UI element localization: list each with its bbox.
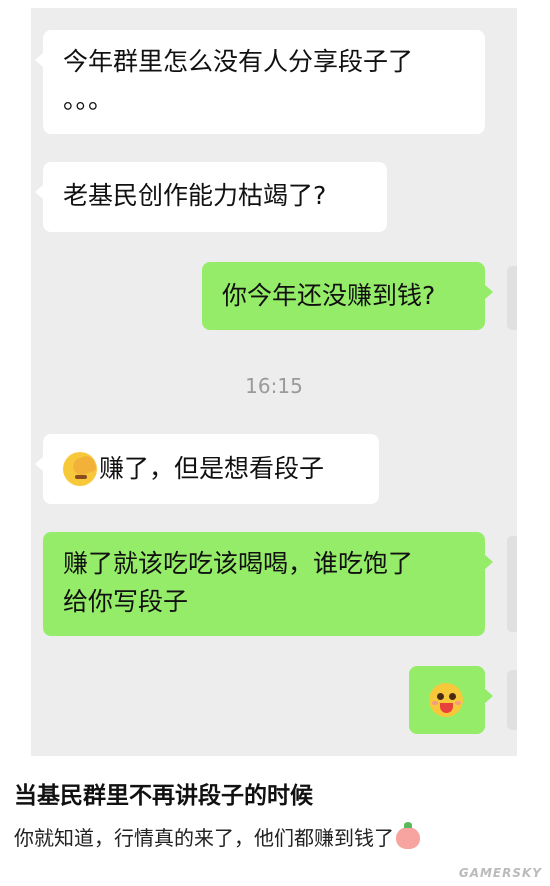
message-bubble-4[interactable]: 赚了，但是想看段子 bbox=[35, 434, 379, 504]
caption-title: 当基民群里不再讲段子的时候 bbox=[14, 783, 313, 809]
yum-emoji-icon bbox=[429, 683, 463, 717]
caption-subtitle: 你就知道，行情真的来了，他们都赚到钱了 bbox=[14, 822, 420, 851]
message-text: 老基民创作能力枯竭了? bbox=[63, 181, 327, 210]
message-bubble-1[interactable]: 今年群里怎么没有人分享段子了 。。。 bbox=[35, 30, 485, 134]
message-bubble-2[interactable]: 老基民创作能力枯竭了? bbox=[35, 162, 387, 232]
message-text: 你今年还没赚到钱? bbox=[222, 281, 436, 310]
facepalm-emoji-icon bbox=[63, 452, 98, 486]
cropped-avatar-edge bbox=[507, 670, 517, 730]
watermark: GAMERSKY bbox=[458, 866, 542, 880]
message-bubble-6[interactable] bbox=[409, 666, 493, 734]
message-text-line: 赚了就该吃吃该喝喝，谁吃饱了 bbox=[63, 549, 414, 578]
caption-subtitle-text: 你就知道，行情真的来了，他们都赚到钱了 bbox=[14, 826, 394, 850]
message-text-line: 。。。 bbox=[63, 85, 114, 114]
peach-emoji-icon bbox=[396, 822, 420, 849]
cropped-avatar-edge bbox=[507, 266, 517, 330]
message-bubble-5[interactable]: 赚了就该吃吃该喝喝，谁吃饱了 给你写段子 bbox=[43, 532, 493, 636]
timestamp: 16:15 bbox=[245, 374, 303, 398]
message-text-line: 今年群里怎么没有人分享段子了 bbox=[63, 47, 414, 76]
message-text: 赚了，但是想看段子 bbox=[99, 454, 325, 483]
cropped-avatar-edge bbox=[507, 536, 517, 632]
message-bubble-3[interactable]: 你今年还没赚到钱? bbox=[202, 262, 493, 330]
chat-area: 今年群里怎么没有人分享段子了 。。。 老基民创作能力枯竭了? 你今年还没赚到钱?… bbox=[31, 8, 517, 756]
message-text-line: 给你写段子 bbox=[63, 587, 189, 616]
